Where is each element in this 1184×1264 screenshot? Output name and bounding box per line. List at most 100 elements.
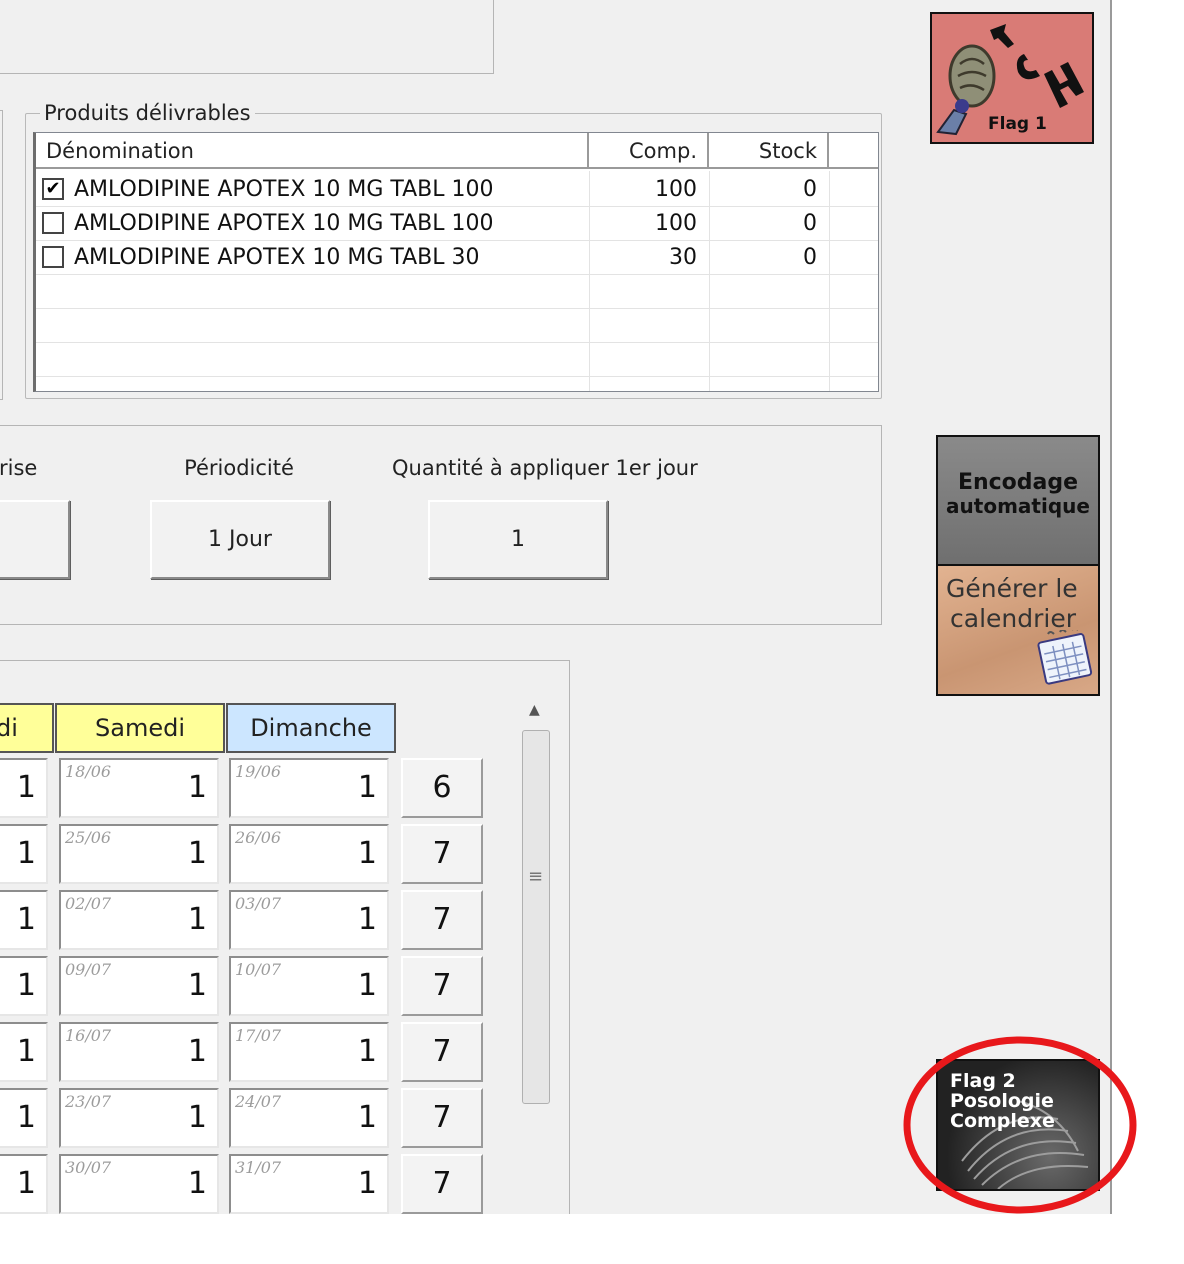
friday-cell[interactable]: 1 (0, 1154, 48, 1214)
product-stock: 0 (803, 245, 817, 270)
day-header-dimanche: Dimanche (226, 703, 396, 753)
generer-calendrier-button[interactable]: Générer le calendrier (936, 564, 1100, 696)
encodage-automatique-button[interactable]: Encodage automatique (936, 435, 1100, 565)
window-right-border (1110, 0, 1112, 1214)
scrollbar-grip-icon: ≡ (528, 866, 544, 887)
sunday-cell[interactable]: 17/07 1 (229, 1022, 389, 1082)
product-stock: 0 (803, 177, 817, 202)
saturday-cell[interactable]: 30/07 1 (59, 1154, 219, 1214)
flag2-label-line3: Complexe (950, 1110, 1055, 1132)
product-name: AMLODIPINE APOTEX 10 MG TABL 30 (74, 245, 480, 270)
sunday-cell[interactable]: 03/07 1 (229, 890, 389, 950)
row-checkbox-checked[interactable]: ✔ (42, 178, 64, 200)
saturday-cell[interactable]: 18/06 1 (59, 758, 219, 818)
friday-cell[interactable]: 1 (0, 1022, 48, 1082)
calendar-icon (1037, 630, 1093, 685)
table-row[interactable]: AMLODIPINE APOTEX 10 MG TABL 100 100 0 (36, 207, 878, 241)
day-header-vendredi: di (0, 703, 54, 753)
week-total: 7 (401, 890, 483, 950)
friday-qty: 1 (16, 1034, 36, 1069)
friday-qty: 1 (16, 1100, 36, 1135)
calendar-scrollbar[interactable]: ▲ ≡ (520, 690, 552, 1214)
sunday-date: 26/06 (235, 828, 282, 847)
sunday-date: 17/07 (235, 1026, 282, 1045)
sunday-cell[interactable]: 19/06 1 (229, 758, 389, 818)
saturday-date: 02/07 (65, 894, 112, 913)
friday-qty: 1 (16, 770, 36, 805)
scrollbar-thumb[interactable] (522, 730, 550, 1104)
sunday-cell[interactable]: 31/07 1 (229, 1154, 389, 1214)
friday-cell[interactable]: 1 (0, 956, 48, 1016)
table-row[interactable]: ✔ AMLODIPINE APOTEX 10 MG TABL 100 100 0 (36, 173, 878, 207)
week-total: 7 (401, 956, 483, 1016)
saturday-date: 16/07 (65, 1026, 112, 1045)
product-name: AMLODIPINE APOTEX 10 MG TABL 100 (74, 177, 494, 202)
saturday-qty: 1 (187, 770, 207, 805)
week-total: 6 (401, 758, 483, 818)
flag1-label: Flag 1 (988, 114, 1047, 134)
saturday-cell[interactable]: 02/07 1 (59, 890, 219, 950)
week-total: 7 (401, 1022, 483, 1082)
saturday-date: 23/07 (65, 1092, 112, 1111)
flag2-label-line1: Flag 2 (950, 1070, 1016, 1092)
sunday-qty: 1 (357, 968, 377, 1003)
empty-row (36, 309, 878, 343)
saturday-qty: 1 (187, 968, 207, 1003)
column-header-stock[interactable]: Stock (709, 133, 829, 169)
flag2-posologie-complexe-button[interactable]: Flag 2 Posologie Complexe (936, 1059, 1100, 1191)
periodicite-button[interactable]: 1 Jour (150, 500, 330, 579)
sunday-qty: 1 (357, 1034, 377, 1069)
saturday-date: 18/06 (65, 762, 112, 781)
saturday-cell[interactable]: 25/06 1 (59, 824, 219, 884)
saturday-qty: 1 (187, 1034, 207, 1069)
saturday-qty: 1 (187, 1166, 207, 1201)
saturday-date: 25/06 (65, 828, 112, 847)
friday-cell[interactable]: 1 (0, 758, 48, 818)
prise-button[interactable] (0, 500, 70, 579)
sunday-qty: 1 (357, 902, 377, 937)
saturday-cell[interactable]: 23/07 1 (59, 1088, 219, 1148)
saturday-qty: 1 (187, 836, 207, 871)
row-checkbox[interactable] (42, 212, 64, 234)
week-total: 7 (401, 1154, 483, 1214)
flag1-tch-button[interactable]: Flag 1 (930, 12, 1094, 144)
products-list-header: Dénomination Comp. Stock (36, 133, 878, 171)
friday-qty: 1 (16, 1166, 36, 1201)
saturday-cell[interactable]: 09/07 1 (59, 956, 219, 1016)
prise-label: rise (0, 456, 38, 480)
sunday-cell[interactable]: 10/07 1 (229, 956, 389, 1016)
sunday-cell[interactable]: 26/06 1 (229, 824, 389, 884)
app-window: Produits délivrables Dénomination Comp. … (0, 0, 1112, 1214)
left-panel-edge (0, 110, 3, 400)
saturday-cell[interactable]: 16/07 1 (59, 1022, 219, 1082)
table-row[interactable]: AMLODIPINE APOTEX 10 MG TABL 30 30 0 (36, 241, 878, 275)
friday-cell[interactable]: 1 (0, 890, 48, 950)
saturday-date: 09/07 (65, 960, 112, 979)
friday-qty: 1 (16, 968, 36, 1003)
sunday-date: 10/07 (235, 960, 282, 979)
sunday-date: 24/07 (235, 1092, 282, 1111)
column-header-comp[interactable]: Comp. (589, 133, 709, 169)
week-total: 7 (401, 1088, 483, 1148)
sunday-qty: 1 (357, 770, 377, 805)
top-panel (0, 0, 494, 74)
encodage-label-line2: automatique (946, 494, 1090, 518)
day-header-samedi: Samedi (55, 703, 225, 753)
sunday-date: 03/07 (235, 894, 282, 913)
quantite-button[interactable]: 1 (428, 500, 608, 579)
empty-row (36, 275, 878, 309)
sunday-qty: 1 (357, 836, 377, 871)
flag2-label-line2: Posologie (950, 1090, 1054, 1112)
products-list[interactable]: Dénomination Comp. Stock ✔ AMLODIPINE AP… (33, 132, 879, 392)
sunday-cell[interactable]: 24/07 1 (229, 1088, 389, 1148)
product-comp: 30 (669, 245, 697, 270)
column-header-empty (829, 133, 878, 169)
products-legend: Produits délivrables (40, 100, 255, 126)
row-checkbox[interactable] (42, 246, 64, 268)
scroll-up-arrow-icon[interactable]: ▲ (529, 702, 540, 718)
column-header-denomination[interactable]: Dénomination (36, 133, 589, 169)
friday-cell[interactable]: 1 (0, 1088, 48, 1148)
sunday-date: 19/06 (235, 762, 282, 781)
periodicite-label: Périodicité (184, 456, 294, 480)
friday-cell[interactable]: 1 (0, 824, 48, 884)
